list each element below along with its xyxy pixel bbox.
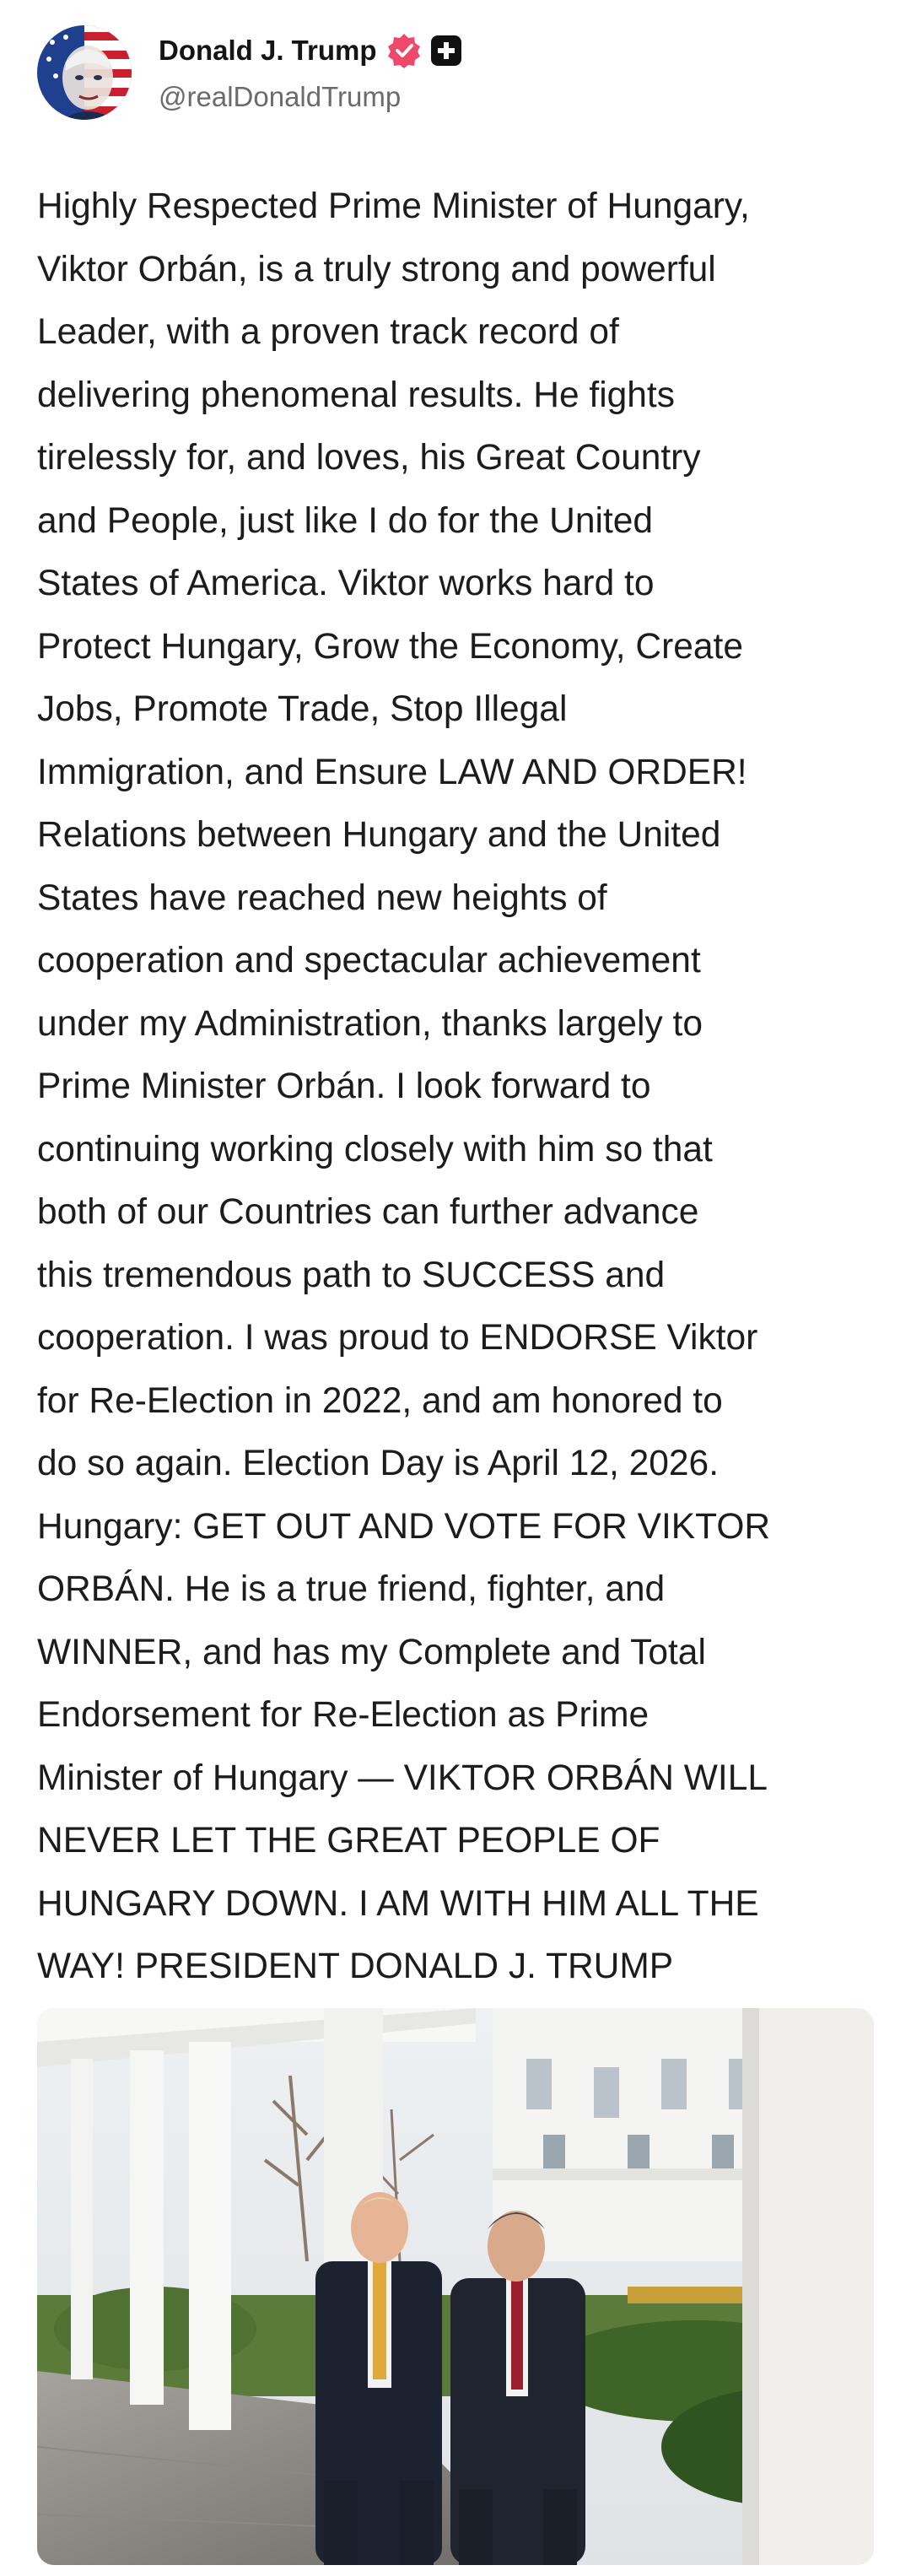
author-display-name[interactable]: Donald J. Trump — [159, 35, 377, 67]
author-name-row: Donald J. Trump — [159, 29, 461, 73]
post-media-image[interactable] — [37, 2008, 874, 2565]
flag-portrait-avatar-icon — [37, 25, 132, 120]
verified-badge-icon — [385, 32, 423, 69]
author-handle[interactable]: @realDonaldTrump — [159, 81, 401, 113]
post-header: Donald J. Trump @realDonaldTrump — [37, 25, 872, 120]
plus-badge-icon — [430, 35, 461, 66]
colonnade-photo-two-men-icon — [37, 2008, 874, 2565]
author-avatar[interactable] — [37, 25, 132, 120]
post-body-text: Highly Respected Prime Minister of Hunga… — [37, 186, 771, 1986]
